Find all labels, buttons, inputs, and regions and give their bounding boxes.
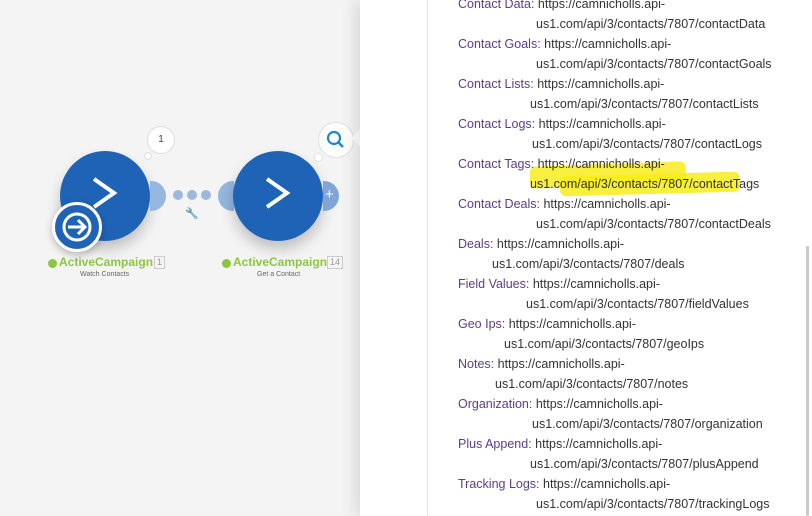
scenario-canvas[interactable]: 1 ActiveCampaign 1 Watch Contacts 🔧 + Ac…	[0, 0, 362, 516]
inspect-bubble-tail	[314, 153, 323, 162]
panel-scrollbar[interactable]	[806, 246, 809, 516]
module-output-connector[interactable]	[150, 181, 166, 211]
operation-count: 14	[327, 256, 344, 269]
output-item-key: Tracking Logs:	[458, 477, 540, 491]
output-item-value-continued: us1.com/api/3/contacts/7807/trackingLogs	[536, 497, 770, 511]
output-item-value: https://camnicholls.api-	[494, 357, 625, 371]
module-input-connector[interactable]	[218, 181, 234, 211]
add-icon: +	[325, 186, 334, 203]
output-item[interactable]: Tracking Logs: https://camnicholls.api-u…	[458, 474, 769, 511]
output-item[interactable]: Contact Tags: https://camnicholls.api-us…	[458, 154, 759, 191]
output-item-key: Contact Deals:	[458, 197, 540, 211]
module-subtitle: Watch Contacts	[80, 271, 130, 278]
link-dot[interactable]	[173, 190, 183, 200]
output-item-value-continued: us1.com/api/3/contacts/7807/contactData	[536, 17, 766, 31]
output-item[interactable]: Geo Ips: https://camnicholls.api-us1.com…	[458, 314, 704, 351]
output-item-value: https://camnicholls.api-	[534, 157, 665, 171]
output-item-key: Plus Append:	[458, 437, 532, 451]
output-item-value-continued: us1.com/api/3/contacts/7807/contactDeals	[536, 217, 771, 231]
output-item[interactable]: Contact Data: https://camnicholls.api-us…	[458, 0, 765, 31]
output-item-key: Deals:	[458, 237, 494, 251]
output-item-value-continued: us1.com/api/3/contacts/7807/contactGoals	[536, 57, 772, 71]
output-item-value: https://camnicholls.api-	[531, 437, 663, 451]
output-item-key: Field Values:	[458, 277, 530, 291]
output-item-value-continued: us1.com/api/3/contacts/7807/fieldValues	[526, 297, 749, 311]
operation-count: 1	[154, 256, 166, 269]
output-item-value: https://camnicholls.api-	[539, 477, 671, 491]
output-item-key: Contact Logs:	[458, 117, 536, 131]
output-item-value-continued: us1.com/api/3/contacts/7807/plusAppend	[530, 457, 759, 471]
check-icon	[222, 259, 231, 268]
output-item-value-continued: us1.com/api/3/contacts/7807/deals	[492, 257, 685, 271]
tree-guide-line	[427, 0, 428, 516]
trigger-arrow-icon[interactable]	[52, 202, 102, 252]
output-item-value: https://camnicholls.api-	[540, 37, 672, 51]
output-item[interactable]: Notes: https://camnicholls.api-us1.com/a…	[458, 354, 688, 391]
output-item[interactable]: Contact Goals: https://camnicholls.api-u…	[458, 34, 772, 71]
add-module-connector[interactable]: +	[323, 181, 339, 211]
output-item-value: https://camnicholls.api-	[534, 0, 666, 11]
module-name: ActiveCampaign	[59, 255, 154, 269]
output-item-key: Contact Lists:	[458, 77, 534, 91]
output-item-value: https://camnicholls.api-	[532, 397, 663, 411]
output-item[interactable]: Organization: https://camnicholls.api-us…	[458, 394, 763, 431]
output-item[interactable]: Deals: https://camnicholls.api-us1.com/a…	[458, 234, 684, 271]
output-item-value: https://camnicholls.api-	[539, 197, 671, 211]
output-item-value-continued: us1.com/api/3/contacts/7807/contactLists	[530, 97, 759, 111]
output-item-value: https://camnicholls.api-	[533, 77, 665, 91]
module-subtitle: Get a Contact	[257, 271, 301, 278]
output-item-value: https://camnicholls.api-	[535, 117, 666, 131]
output-item-value-continued: us1.com/api/3/contacts/7807/contactLogs	[532, 137, 763, 151]
output-item-value: https://camnicholls.api-	[493, 237, 625, 251]
output-item-value-continued: us1.com/api/3/contacts/7807/organization	[532, 417, 763, 431]
output-item-key: Geo Ips:	[458, 317, 506, 331]
inspect-bubble[interactable]	[318, 122, 354, 158]
module-get-a-contact[interactable]	[233, 151, 323, 241]
activecampaign-chevron-icon	[265, 177, 291, 209]
link-dot[interactable]	[187, 190, 197, 200]
output-item-value: https://camnicholls.api-	[529, 277, 660, 291]
output-item-key: Contact Data:	[458, 0, 535, 11]
output-item-key: Notes:	[458, 357, 495, 371]
bubble-count[interactable]: 1	[147, 126, 175, 154]
output-item-value-continued: us1.com/api/3/contacts/7807/geoIps	[504, 337, 705, 351]
output-item[interactable]: Contact Deals: https://camnicholls.api-u…	[458, 194, 771, 231]
output-item[interactable]: Plus Append: https://camnicholls.api-us1…	[458, 434, 759, 471]
wrench-icon[interactable]: 🔧	[185, 207, 199, 220]
output-item-value: https://camnicholls.api-	[505, 317, 636, 331]
output-item[interactable]: Contact Logs: https://camnicholls.api-us…	[458, 114, 762, 151]
link-dot[interactable]	[201, 190, 211, 200]
module-name: ActiveCampaign	[233, 255, 328, 269]
output-item-value-continued: us1.com/api/3/contacts/7807/contactTags	[530, 177, 760, 191]
output-item[interactable]: Field Values: https://camnicholls.api-us…	[458, 274, 749, 311]
check-icon	[48, 259, 57, 268]
output-item-value-continued: us1.com/api/3/contacts/7807/notes	[495, 377, 689, 391]
search-icon	[326, 130, 344, 148]
bubble-tail-dot	[144, 152, 152, 160]
output-item-key: Contact Goals:	[458, 37, 541, 51]
output-item-key: Contact Tags:	[458, 157, 535, 171]
output-item-key: Organization:	[458, 397, 533, 411]
output-item[interactable]: Contact Lists: https://camnicholls.api-u…	[458, 74, 759, 111]
